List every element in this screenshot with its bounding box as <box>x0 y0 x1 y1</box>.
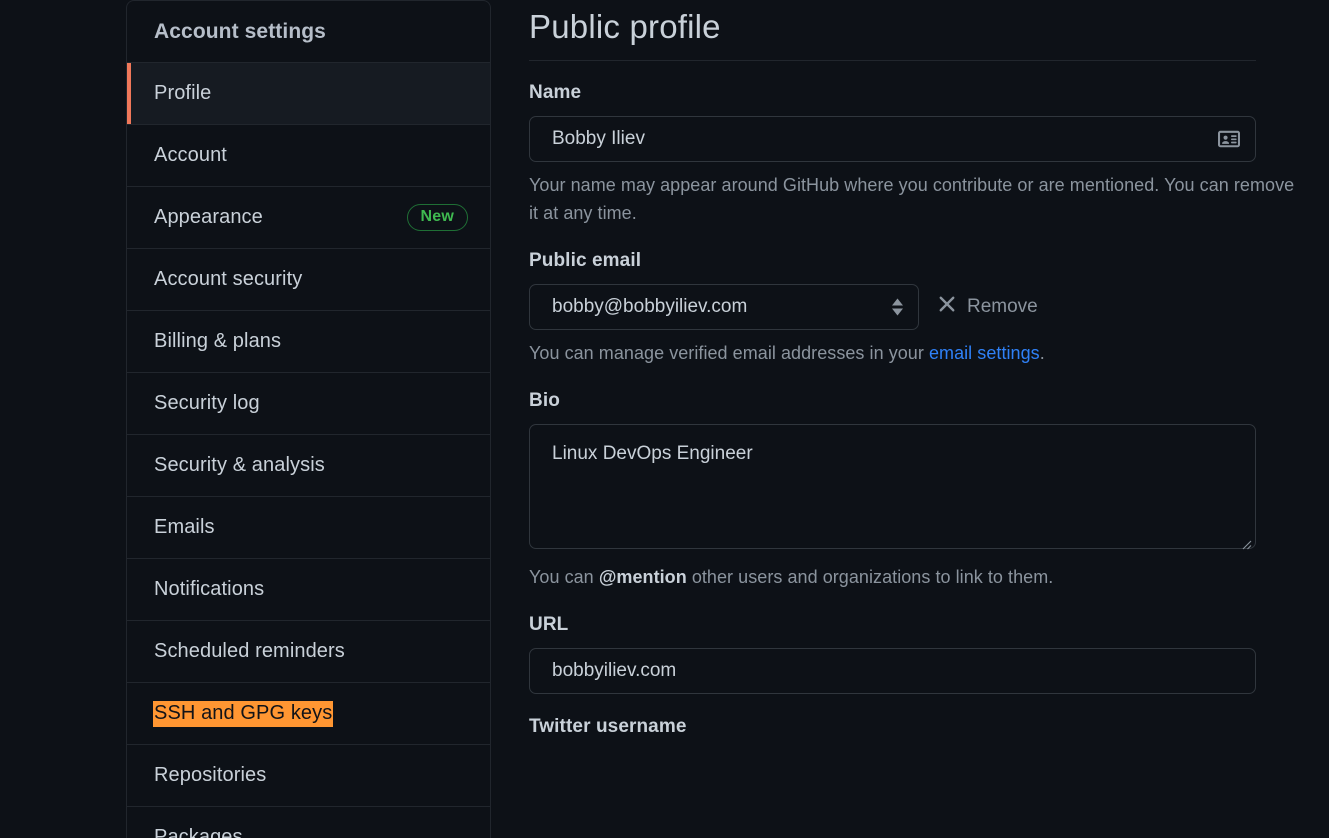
sidebar-item-label: Repositories <box>154 764 267 786</box>
sidebar-item-label: Account security <box>154 268 303 290</box>
sidebar-item-badge: New <box>406 204 468 231</box>
name-input[interactable] <box>529 116 1256 162</box>
sidebar-item-appearance[interactable]: Appearance New <box>127 187 490 249</box>
sidebar-item-ssh-and-gpg-keys[interactable]: SSH and GPG keys <box>127 683 490 745</box>
name-field-block: Name Your name may appear around GitHub … <box>529 82 1329 228</box>
sidebar-item-label: SSH and GPG keys <box>153 700 334 727</box>
public-email-help-suffix: . <box>1039 342 1045 363</box>
bio-field-block: Bio You can @mention other users and org… <box>529 390 1329 592</box>
public-email-help-text: You can manage verified email addresses … <box>529 340 1299 368</box>
url-input[interactable] <box>529 647 1256 694</box>
sidebar-item-label: Appearance <box>154 206 263 228</box>
sidebar-item-label: Packages <box>154 826 243 838</box>
sidebar-item-account-security[interactable]: Account security <box>127 249 490 311</box>
url-label: URL <box>529 613 569 635</box>
sidebar-item-security-analysis[interactable]: Security & analysis <box>127 435 490 497</box>
public-email-field-block: Public email bobby@bobbyiliev.com Remove… <box>529 250 1329 368</box>
title-divider <box>529 60 1256 61</box>
sidebar-item-security-log[interactable]: Security log <box>127 373 490 435</box>
sidebar-item-label: Account <box>154 144 227 166</box>
url-input-wrap <box>529 647 1256 694</box>
sidebar-item-account[interactable]: Account <box>127 125 490 187</box>
bio-textarea-wrap <box>529 423 1256 554</box>
twitter-field-block: Twitter username <box>529 716 1329 738</box>
sidebar-item-repositories[interactable]: Repositories <box>127 745 490 807</box>
settings-page: Account settings Profile Account Appearanc… <box>0 0 1329 838</box>
twitter-username-label: Twitter username <box>529 715 687 737</box>
public-profile-content: Public profile Name Your name may appear… <box>529 0 1329 838</box>
bio-help-text: You can @mention other users and organiz… <box>529 564 1299 592</box>
sidebar-item-label: Billing & plans <box>154 330 282 352</box>
email-settings-link[interactable]: email settings <box>929 343 1040 363</box>
url-field-block: URL <box>529 614 1329 694</box>
remove-public-email-button[interactable]: Remove <box>937 294 1038 320</box>
sidebar-nav-list: Profile Account Appearance New Account secur… <box>127 63 490 838</box>
sidebar-item-emails[interactable]: Emails <box>127 497 490 559</box>
name-help-text: Your name may appear around GitHub where… <box>529 175 1295 223</box>
sidebar-item-scheduled-reminders[interactable]: Scheduled reminders <box>127 621 490 683</box>
page-title: Public profile <box>529 8 721 45</box>
bio-help-suffix: other users and organizations to link to… <box>686 566 1054 587</box>
sidebar-item-label: Security log <box>154 392 260 414</box>
public-email-select-wrap: bobby@bobbyiliev.com <box>529 283 919 330</box>
sidebar-item-label: Security & analysis <box>154 454 325 476</box>
name-label: Name <box>529 82 582 103</box>
remove-label: Remove <box>967 295 1038 317</box>
sidebar-item-label: Emails <box>154 516 215 538</box>
public-email-select[interactable]: bobby@bobbyiliev.com <box>529 283 919 330</box>
sidebar-item-label: Notifications <box>154 578 265 600</box>
sidebar-item-notifications[interactable]: Notifications <box>127 559 490 621</box>
public-email-label: Public email <box>529 249 642 271</box>
close-icon <box>937 294 957 320</box>
name-input-wrap <box>529 116 1256 162</box>
sidebar-header: Account settings <box>127 1 490 63</box>
bio-help-prefix: You can <box>529 566 599 587</box>
sidebar-item-label: Profile <box>154 82 212 104</box>
bio-label: Bio <box>529 389 560 411</box>
contact-card-icon <box>1218 128 1240 150</box>
sidebar-item-packages[interactable]: Packages <box>127 807 490 838</box>
public-email-row: bobby@bobbyiliev.com Remove <box>529 283 1329 330</box>
bio-textarea[interactable] <box>529 423 1256 549</box>
account-settings-sidebar: Account settings Profile Account Appearanc… <box>126 0 491 838</box>
mention-keyword: @mention <box>598 566 687 587</box>
public-email-help-prefix: You can manage verified email addresses … <box>529 342 929 363</box>
sidebar-item-profile[interactable]: Profile <box>127 63 490 125</box>
sidebar-item-label: Scheduled reminders <box>154 640 345 662</box>
sidebar-item-billing-plans[interactable]: Billing & plans <box>127 311 490 373</box>
